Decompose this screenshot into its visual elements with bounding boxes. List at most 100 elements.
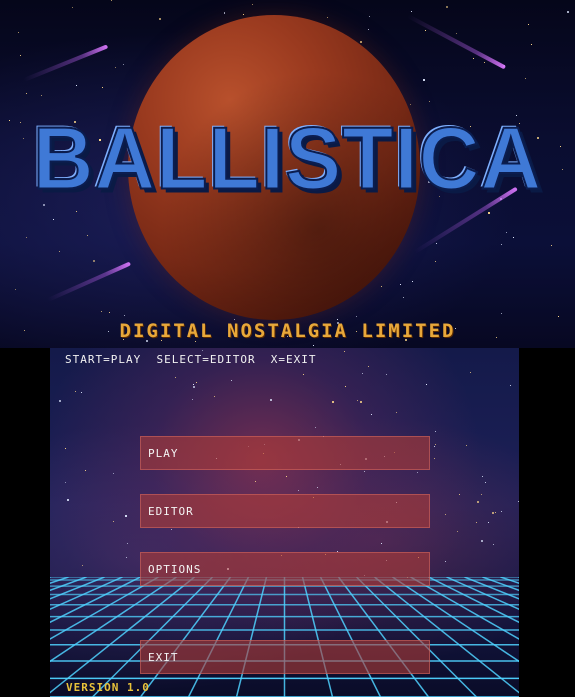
star bbox=[231, 380, 232, 381]
star bbox=[75, 391, 76, 392]
star bbox=[531, 44, 532, 45]
star bbox=[72, 7, 73, 8]
star bbox=[558, 316, 559, 317]
exit-button[interactable]: EXIT bbox=[140, 640, 430, 674]
neon-grid-floor bbox=[50, 577, 519, 697]
star bbox=[315, 427, 316, 428]
star bbox=[510, 385, 511, 386]
star bbox=[76, 211, 77, 212]
star bbox=[85, 470, 86, 471]
star bbox=[59, 400, 61, 402]
title-screen: BALLISTICA DIGITAL NOSTALGIA LIMITED bbox=[0, 0, 575, 348]
star bbox=[435, 261, 436, 262]
star bbox=[15, 289, 16, 290]
menu-screen: START=PLAY SELECT=EDITOR X=EXIT PLAY EDI… bbox=[0, 348, 575, 697]
star bbox=[493, 544, 494, 545]
star bbox=[345, 386, 346, 387]
star bbox=[371, 414, 372, 415]
star bbox=[193, 384, 194, 385]
star bbox=[423, 79, 425, 81]
star bbox=[332, 401, 334, 403]
star bbox=[435, 444, 436, 445]
star bbox=[113, 521, 114, 522]
exit-button-label: EXIT bbox=[148, 650, 179, 664]
star bbox=[214, 396, 215, 397]
star bbox=[403, 297, 404, 298]
editor-button-label: EDITOR bbox=[148, 504, 194, 518]
version-label: VERSION 1.0 bbox=[66, 681, 150, 694]
star bbox=[298, 490, 299, 491]
star bbox=[481, 494, 482, 495]
star bbox=[53, 219, 54, 220]
star bbox=[412, 281, 413, 282]
star bbox=[445, 561, 446, 562]
star bbox=[171, 529, 172, 530]
star bbox=[111, 0, 112, 1]
star bbox=[501, 313, 502, 314]
star bbox=[113, 473, 114, 474]
star bbox=[501, 511, 502, 512]
star bbox=[67, 499, 69, 501]
star bbox=[224, 13, 225, 14]
star bbox=[476, 522, 477, 523]
star bbox=[396, 412, 397, 413]
star bbox=[202, 350, 203, 351]
star bbox=[82, 565, 83, 566]
star bbox=[76, 85, 77, 86]
star bbox=[20, 55, 21, 56]
star bbox=[115, 67, 116, 68]
star bbox=[87, 235, 88, 236]
star bbox=[93, 260, 95, 262]
star bbox=[313, 345, 314, 346]
star bbox=[41, 95, 42, 96]
star bbox=[196, 382, 197, 383]
star bbox=[481, 540, 483, 542]
star bbox=[425, 30, 426, 31]
play-button[interactable]: PLAY bbox=[140, 436, 430, 470]
star bbox=[327, 17, 328, 18]
star bbox=[513, 237, 514, 238]
star bbox=[362, 373, 363, 374]
options-button[interactable]: OPTIONS bbox=[140, 552, 430, 586]
studio-name: DIGITAL NOSTALGIA LIMITED bbox=[119, 320, 456, 342]
star bbox=[65, 482, 66, 483]
star bbox=[501, 244, 502, 245]
star bbox=[426, 384, 427, 385]
star bbox=[243, 14, 244, 15]
star bbox=[466, 445, 467, 446]
star bbox=[124, 315, 125, 316]
controls-hint: START=PLAY SELECT=EDITOR X=EXIT bbox=[65, 353, 317, 366]
star bbox=[506, 232, 507, 233]
star bbox=[435, 431, 436, 432]
star bbox=[102, 87, 103, 88]
star bbox=[410, 104, 411, 105]
editor-button[interactable]: EDITOR bbox=[140, 494, 430, 528]
star bbox=[445, 514, 446, 515]
star bbox=[567, 11, 569, 13]
star bbox=[127, 543, 128, 544]
star bbox=[436, 243, 437, 244]
star bbox=[446, 6, 448, 8]
star bbox=[485, 482, 486, 483]
star bbox=[192, 399, 193, 400]
star bbox=[368, 366, 369, 367]
star bbox=[411, 11, 412, 12]
star bbox=[386, 374, 387, 375]
star bbox=[368, 29, 369, 30]
star bbox=[357, 400, 358, 401]
star bbox=[126, 557, 127, 558]
star bbox=[434, 458, 435, 459]
star bbox=[470, 372, 471, 373]
star bbox=[417, 472, 418, 473]
star bbox=[26, 93, 27, 94]
star bbox=[473, 58, 474, 59]
star bbox=[286, 476, 287, 477]
star bbox=[224, 12, 225, 13]
star bbox=[551, 245, 552, 246]
star bbox=[525, 78, 526, 79]
star bbox=[457, 531, 458, 532]
star bbox=[477, 501, 479, 503]
star bbox=[255, 481, 256, 482]
star bbox=[364, 471, 365, 472]
star bbox=[344, 351, 345, 352]
